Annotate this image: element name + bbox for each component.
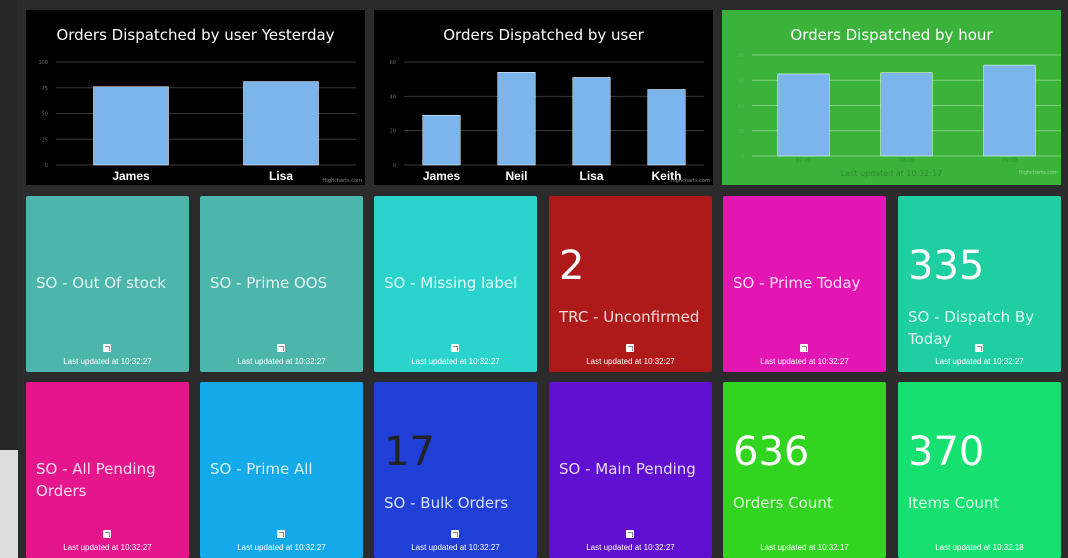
bar[interactable] [777, 73, 830, 157]
y-tick-label: 60 [738, 78, 744, 84]
last-updated: Last updated at 10:32:27 [63, 357, 152, 366]
external-link-icon[interactable] [626, 344, 634, 352]
tile-so-prime-today[interactable]: SO - Prime Today Last updated at 10:32:2… [723, 196, 886, 372]
bar[interactable] [983, 64, 1036, 157]
last-updated: Last updated at 10:32:27 [411, 543, 500, 552]
tile-so-missing-label[interactable]: SO - Missing label Last updated at 10:32… [374, 196, 537, 372]
chart-by-hour-svg: Orders Dispatched by hour 0 20 40 60 80 07:00 0… [722, 10, 1061, 185]
last-updated: Last updated at 10:32:27 [935, 357, 1024, 366]
tile-label: SO - Main Pending [559, 460, 696, 478]
tile-value: 17 [384, 429, 435, 475]
y-tick-label: 0 [741, 154, 744, 160]
tile-so-dispatch-by-today[interactable]: 335 SO - Dispatch By Today Last updated … [898, 196, 1061, 372]
bar[interactable] [243, 81, 319, 166]
tile-items-count[interactable]: 370 Items Count Last updated at 10:32:18 [898, 382, 1061, 558]
x-category-label: Neil [505, 169, 527, 183]
tile-label: TRC - Unconfirmed [559, 308, 700, 326]
chart-credits[interactable]: Highcharts.com [323, 178, 362, 184]
tile-value: 636 [733, 429, 810, 475]
bar[interactable] [497, 72, 536, 166]
tile-label: SO - Missing label [384, 274, 518, 292]
y-tick-label: 60 [390, 60, 396, 66]
external-link-icon[interactable] [277, 530, 285, 538]
external-link-icon[interactable] [800, 344, 808, 352]
tile-so-prime-all[interactable]: SO - Prime All Last updated at 10:32:27 [200, 382, 363, 558]
tile-so-main-pending[interactable]: SO - Main Pending Last updated at 10:32:… [549, 382, 712, 558]
y-tick-label: 50 [42, 112, 48, 118]
y-tick-label: 40 [738, 104, 744, 110]
x-category-label: Lisa [269, 169, 293, 183]
y-tick-label: 40 [390, 94, 396, 100]
chart-by-user-svg: Orders Dispatched by user 0 20 40 60 James Nei… [374, 10, 713, 185]
last-updated: Last updated at 10:32:17 [760, 543, 849, 552]
tile-label: SO - Out Of stock [36, 274, 166, 292]
last-updated: Last updated at 10:32:27 [586, 357, 675, 366]
external-link-icon[interactable] [975, 344, 983, 352]
chart-credits[interactable]: Highcharts.com [671, 178, 710, 184]
x-category-label: 09:00 [1002, 158, 1018, 164]
external-link-icon[interactable] [626, 530, 634, 538]
x-category-label: Lisa [579, 169, 603, 183]
last-updated: Last updated at 10:32:17 [841, 169, 943, 178]
tile-label: Items Count [908, 494, 1000, 512]
bar[interactable] [647, 89, 686, 166]
x-category-label: James [423, 169, 461, 183]
chart-title: Orders Dispatched by user [443, 26, 644, 44]
last-updated: Last updated at 10:32:18 [935, 543, 1024, 552]
tile-label: SO - Prime All [210, 460, 313, 478]
tile-so-bulk-orders[interactable]: 17 SO - Bulk Orders Last updated at 10:3… [374, 382, 537, 558]
chart-title: Orders Dispatched by hour [790, 26, 993, 44]
external-link-icon[interactable] [103, 344, 111, 352]
chart-yesterday-svg: Orders Dispatched by user Yesterday 0 25 50… [26, 10, 365, 185]
y-tick-label: 80 [738, 53, 744, 59]
tile-label: Orders Count [733, 494, 833, 512]
y-tick-label: 0 [393, 163, 396, 169]
tile-label: SO - Prime OOS [210, 274, 328, 292]
y-tick-label: 0 [45, 163, 48, 169]
x-category-label: 07:00 [796, 158, 812, 164]
y-tick-label: 20 [390, 129, 396, 135]
last-updated: Last updated at 10:32:27 [63, 543, 152, 552]
last-updated: Last updated at 10:32:27 [411, 357, 500, 366]
external-link-icon[interactable] [451, 530, 459, 538]
last-updated: Last updated at 10:32:27 [237, 543, 326, 552]
external-link-icon[interactable] [277, 344, 285, 352]
tile-label: SO - Bulk Orders [384, 494, 509, 512]
y-tick-label: 20 [738, 129, 744, 135]
chart-orders-by-user: Orders Dispatched by user 0 20 40 60 James Nei… [374, 10, 713, 185]
y-tick-label: 25 [42, 137, 48, 143]
last-updated: Last updated at 10:32:27 [586, 543, 675, 552]
chart-credits[interactable]: Highcharts.com [1019, 170, 1058, 176]
last-updated: Last updated at 10:32:27 [237, 357, 326, 366]
chart-title: Orders Dispatched by user Yesterday [56, 26, 334, 44]
last-updated: Last updated at 10:32:27 [760, 357, 849, 366]
y-tick-label: 75 [42, 86, 48, 92]
tile-label: SO - All Pending Orders [36, 460, 156, 500]
bar[interactable] [572, 77, 611, 166]
tile-label: SO - Prime Today [733, 274, 861, 292]
tile-orders-count[interactable]: 636 Orders Count Last updated at 10:32:1… [723, 382, 886, 558]
tile-trc-unconfirmed[interactable]: 2 TRC - Unconfirmed Last updated at 10:3… [549, 196, 712, 372]
tile-so-all-pending-orders[interactable]: SO - All Pending Orders Last updated at … [26, 382, 189, 558]
chart-orders-by-hour: Orders Dispatched by hour 0 20 40 60 80 07:00 0… [722, 10, 1061, 185]
left-strip [0, 0, 18, 558]
external-link-icon[interactable] [451, 344, 459, 352]
tile-value: 335 [908, 243, 985, 289]
bar[interactable] [93, 86, 169, 166]
tile-so-out-of-stock[interactable]: SO - Out Of stock Last updated at 10:32:… [26, 196, 189, 372]
x-category-label: James [112, 169, 150, 183]
external-link-icon[interactable] [103, 530, 111, 538]
bar[interactable] [880, 72, 933, 157]
tile-value: 2 [559, 243, 585, 289]
tile-value: 370 [908, 429, 985, 475]
y-tick-label: 100 [38, 60, 48, 66]
x-category-label: 08:00 [899, 158, 915, 164]
chart-orders-by-user-yesterday: Orders Dispatched by user Yesterday 0 25 50… [26, 10, 365, 185]
tile-so-prime-oos[interactable]: SO - Prime OOS Last updated at 10:32:27 [200, 196, 363, 372]
bar[interactable] [422, 114, 461, 166]
offscreen-panel [0, 450, 18, 558]
